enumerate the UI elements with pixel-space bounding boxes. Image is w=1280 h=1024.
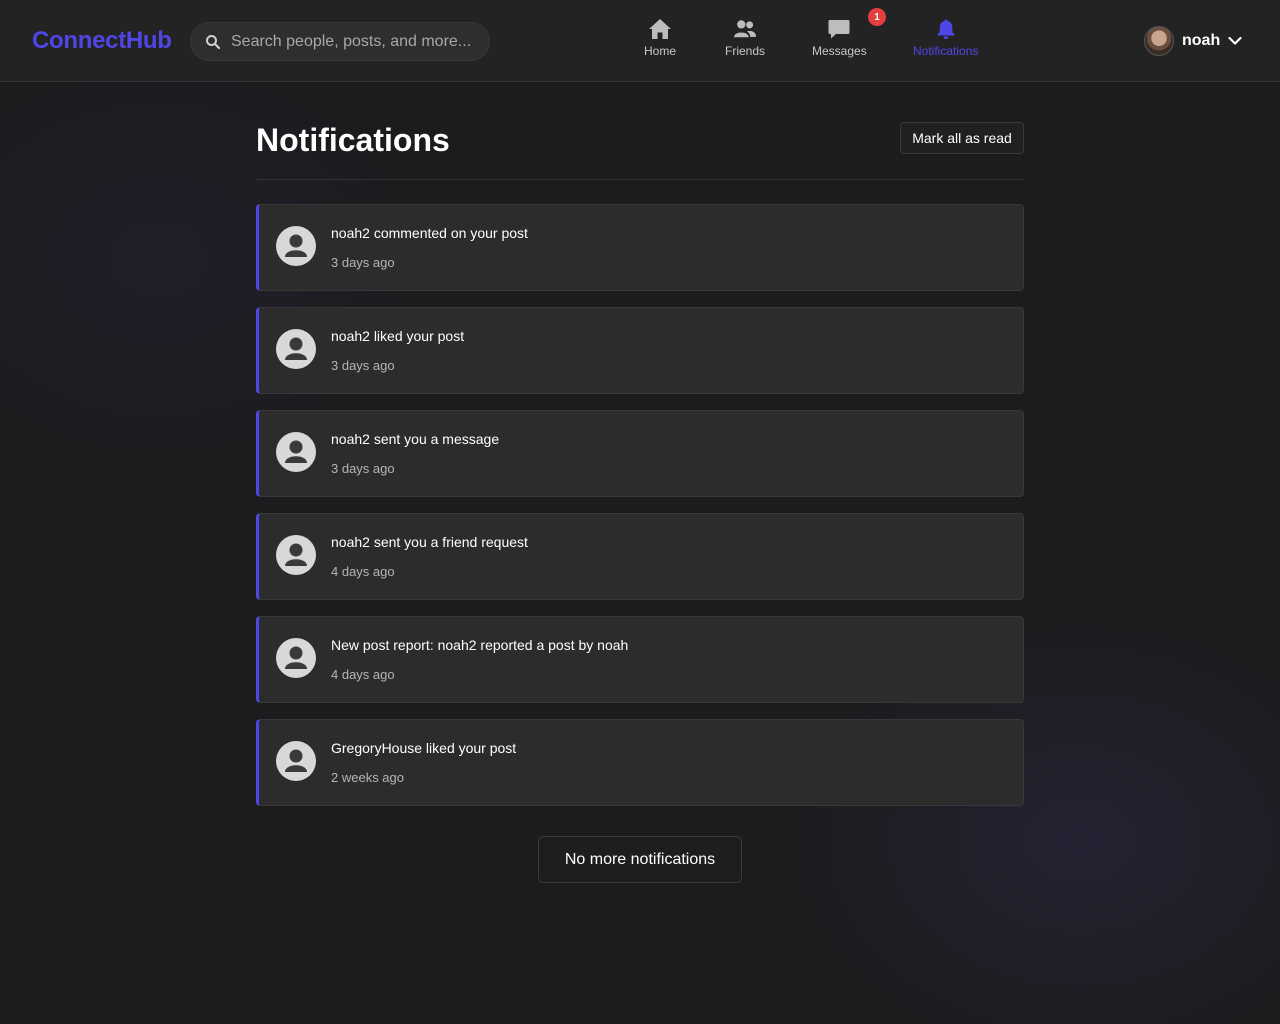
nav-friends-label: Friends bbox=[725, 44, 766, 58]
search-icon bbox=[206, 35, 221, 50]
notification-time: 4 days ago bbox=[331, 667, 395, 682]
chevron-down-icon bbox=[1228, 36, 1242, 45]
default-avatar-icon bbox=[276, 432, 316, 472]
nav-home-label: Home bbox=[644, 44, 677, 58]
default-avatar-icon bbox=[276, 226, 316, 266]
nav-notifications[interactable]: Notifications bbox=[913, 18, 978, 58]
notification-text: noah2 sent you a message bbox=[331, 431, 500, 447]
notification-time: 3 days ago bbox=[331, 358, 395, 373]
no-more-notifications-button[interactable]: No more notifications bbox=[538, 836, 742, 883]
notification-item[interactable]: noah2 sent you a friend request 4 days a… bbox=[256, 513, 1024, 600]
notification-text: noah2 commented on your post bbox=[331, 225, 528, 241]
nav-friends[interactable]: Friends bbox=[725, 18, 765, 58]
notification-text: New post report: noah2 reported a post b… bbox=[331, 637, 629, 653]
default-avatar-icon bbox=[276, 329, 316, 369]
page-title: Notifications bbox=[256, 122, 450, 158]
notification-item[interactable]: noah2 commented on your post 3 days ago bbox=[256, 204, 1024, 291]
nav-home[interactable]: Home bbox=[644, 18, 676, 58]
username: noah bbox=[1182, 32, 1221, 49]
user-menu[interactable]: noah bbox=[1144, 26, 1242, 56]
default-avatar-icon bbox=[276, 638, 316, 678]
mark-all-read-button[interactable]: Mark all as read bbox=[900, 122, 1024, 154]
notification-time: 3 days ago bbox=[331, 461, 395, 476]
search-bar[interactable] bbox=[190, 22, 490, 61]
default-avatar-icon bbox=[276, 535, 316, 575]
notification-text: noah2 sent you a friend request bbox=[331, 534, 528, 550]
app-logo[interactable]: ConnectHub bbox=[32, 27, 172, 55]
notification-item[interactable]: noah2 sent you a message 3 days ago bbox=[256, 410, 1024, 497]
search-input[interactable] bbox=[231, 23, 481, 60]
notification-item[interactable]: noah2 liked your post 3 days ago bbox=[256, 307, 1024, 394]
top-navbar: ConnectHub Home Friends Messages 1 bbox=[0, 0, 1280, 82]
messages-icon bbox=[828, 20, 850, 39]
default-avatar-icon bbox=[276, 741, 316, 781]
nav-notifications-label: Notifications bbox=[913, 44, 979, 58]
nav-messages[interactable]: Messages bbox=[812, 18, 867, 58]
messages-badge: 1 bbox=[868, 8, 886, 26]
home-icon bbox=[649, 19, 671, 39]
notification-text: noah2 liked your post bbox=[331, 328, 465, 344]
notification-item[interactable]: New post report: noah2 reported a post b… bbox=[256, 616, 1024, 703]
notification-time: 3 days ago bbox=[331, 255, 395, 270]
notification-time: 2 weeks ago bbox=[331, 770, 404, 785]
friends-icon bbox=[733, 20, 757, 38]
notification-list: noah2 commented on your post 3 days ago … bbox=[256, 204, 1024, 822]
notification-item[interactable]: GregoryHouse liked your post 2 weeks ago bbox=[256, 719, 1024, 806]
notification-time: 4 days ago bbox=[331, 564, 395, 579]
divider bbox=[256, 179, 1024, 180]
notification-text: GregoryHouse liked your post bbox=[331, 740, 517, 756]
bell-icon bbox=[937, 19, 955, 39]
nav-messages-label: Messages bbox=[812, 44, 867, 58]
avatar bbox=[1144, 26, 1174, 56]
